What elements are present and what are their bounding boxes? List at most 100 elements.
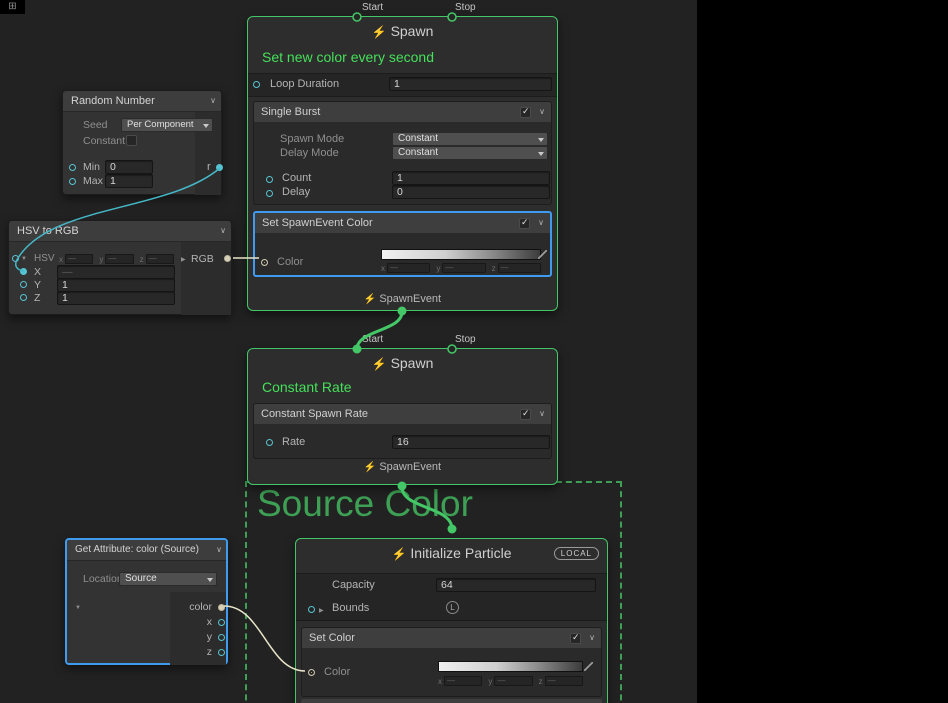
- hsv-y-field[interactable]: 1: [57, 278, 175, 292]
- min-port[interactable]: [69, 164, 76, 171]
- spawnevent-bolt-icon: ⚡: [364, 294, 376, 305]
- y-component-field: —: [442, 263, 485, 273]
- seed-label: Seed: [83, 119, 108, 131]
- count-port[interactable]: [266, 176, 273, 183]
- single-burst-header: Single Burst: [254, 102, 551, 123]
- get-attribute-chevron-icon[interactable]: ∨: [216, 545, 222, 554]
- side-panel: [697, 0, 948, 703]
- hsv-z-label: Z: [34, 292, 40, 304]
- hsv-y-port[interactable]: [20, 281, 27, 288]
- rate-field[interactable]: 16: [392, 435, 550, 449]
- single-burst-block[interactable]: Single Burst ✓ ∨ Spawn Mode Constant Del…: [253, 101, 552, 205]
- color-picker-icon[interactable]: [538, 250, 547, 259]
- set-spawnevent-color-header: Set SpawnEvent Color: [255, 213, 550, 234]
- z-component-label: z: [140, 255, 144, 264]
- x-component-label: x: [381, 264, 385, 273]
- location-dropdown[interactable]: Source: [119, 572, 217, 586]
- color-picker-icon[interactable]: [584, 662, 593, 671]
- set-color-checkbox[interactable]: ✓: [570, 633, 581, 644]
- spawn2-spawnevent-output: ⚡SpawnEvent: [248, 461, 557, 473]
- set-color-block[interactable]: Set Color ✓ ∨ Color x— y— z—: [301, 627, 602, 697]
- capacity-field[interactable]: 64: [436, 578, 596, 592]
- hsv-components: x— y— z—: [59, 254, 174, 264]
- single-burst-title: Single Burst: [261, 106, 320, 118]
- rgb-output-port[interactable]: [224, 255, 231, 262]
- y-component-field: —: [105, 254, 133, 264]
- constant-spawn-rate-checkbox[interactable]: ✓: [520, 409, 531, 420]
- random-number-node[interactable]: Random Number ∨ Seed Per Component Const…: [62, 90, 222, 195]
- color-swatch[interactable]: [381, 249, 541, 260]
- spawn1-title: ⚡Spawn: [248, 23, 557, 39]
- hsv-input-port[interactable]: [12, 255, 19, 262]
- delay-port[interactable]: [266, 190, 273, 197]
- spawn1-stop-label: Stop: [455, 2, 476, 13]
- min-field[interactable]: 0: [105, 160, 153, 174]
- y-component-label: y: [488, 677, 492, 686]
- set-spawnevent-color-checkbox[interactable]: ✓: [519, 218, 530, 229]
- initialize-particle-context[interactable]: ⚡Initialize Particle LOCAL Capacity 64 ▶…: [295, 538, 608, 703]
- x-component-label: x: [438, 677, 442, 686]
- vfx-graph-canvas[interactable]: Source Color Start Stop Start Stop ⚡Spaw…: [0, 0, 948, 703]
- bounds-label: Bounds: [332, 602, 369, 614]
- random-output-port[interactable]: [216, 164, 223, 171]
- spawnevent-color-port[interactable]: [261, 259, 268, 266]
- set-spawnevent-color-block[interactable]: Set SpawnEvent Color ✓ ∨ Color x— y— z—: [253, 211, 552, 277]
- rate-port[interactable]: [266, 439, 273, 446]
- z-component-label: z: [492, 264, 496, 273]
- random-number-chevron-icon[interactable]: ∨: [210, 96, 216, 105]
- hsv-to-rgb-node[interactable]: HSV to RGB ∨ ▼ HSV x— y— z— ▶ RGB X — Y …: [8, 220, 232, 315]
- spawn-mode-dropdown[interactable]: Constant: [392, 132, 548, 146]
- color-swatch[interactable]: [438, 661, 583, 672]
- seed-dropdown[interactable]: Per Component: [121, 118, 213, 132]
- set-color-header: Set Color: [302, 628, 601, 649]
- bounds-port[interactable]: [308, 606, 315, 613]
- z-output-port[interactable]: [218, 649, 225, 656]
- constant-spawn-rate-block[interactable]: Constant Spawn Rate ✓ ∨ Rate 16: [253, 403, 552, 459]
- bounds-fold-closed-icon[interactable]: ▶: [319, 607, 324, 614]
- single-burst-checkbox[interactable]: ✓: [520, 107, 531, 118]
- x-output-port[interactable]: [218, 619, 225, 626]
- hsv-x-label: X: [34, 266, 41, 278]
- set-color-chevron-icon[interactable]: ∨: [589, 633, 595, 642]
- max-field[interactable]: 1: [105, 174, 153, 188]
- hsv-x-port[interactable]: [20, 268, 27, 275]
- hsv-z-field[interactable]: 1: [57, 291, 175, 305]
- z-output-label: z: [207, 646, 212, 658]
- constant-checkbox[interactable]: [126, 135, 137, 146]
- y-output-label: y: [207, 631, 212, 643]
- count-label: Count: [282, 172, 311, 184]
- loop-duration-field[interactable]: 1: [389, 77, 552, 91]
- group-title: Source Color: [257, 483, 473, 525]
- hsv-to-rgb-chevron-icon[interactable]: ∨: [220, 226, 226, 235]
- constant-spawn-rate-chevron-icon[interactable]: ∨: [539, 409, 545, 418]
- set-color-port[interactable]: [308, 669, 315, 676]
- z-component-label: z: [539, 677, 543, 686]
- rgb-fold-closed-icon[interactable]: ▶: [181, 256, 186, 263]
- hsv-z-port[interactable]: [20, 294, 27, 301]
- get-attribute-node[interactable]: Get Attribute: color (Source) ∨ Location…: [65, 538, 228, 665]
- hsv-input-label: HSV: [34, 253, 55, 264]
- spawnevent-color-label: Color: [277, 256, 303, 268]
- y-component-label: y: [436, 264, 440, 273]
- loop-duration-port[interactable]: [253, 81, 260, 88]
- spawn-mode-label: Spawn Mode: [280, 133, 344, 145]
- delay-label: Delay: [282, 186, 310, 198]
- spawn1-start-label: Start: [362, 2, 383, 13]
- spawn2-title: ⚡Spawn: [248, 355, 557, 371]
- spawn-context-2[interactable]: ⚡Spawn Constant Rate Constant Spawn Rate…: [247, 348, 558, 485]
- bounds-space-toggle[interactable]: L: [446, 601, 459, 614]
- hsv-fold-open-icon[interactable]: ▼: [21, 256, 27, 262]
- count-field[interactable]: 1: [392, 171, 550, 185]
- color-fold-open-icon[interactable]: ▼: [75, 605, 81, 611]
- delay-mode-label: Delay Mode: [280, 147, 339, 159]
- delay-field[interactable]: 0: [392, 185, 550, 199]
- x-output-label: x: [207, 616, 212, 628]
- set-spawnevent-color-chevron-icon[interactable]: ∨: [538, 218, 544, 227]
- delay-mode-dropdown[interactable]: Constant: [392, 146, 548, 160]
- color-output-port[interactable]: [218, 604, 225, 611]
- spawn-context-1[interactable]: ⚡Spawn Set new color every second Loop D…: [247, 16, 558, 311]
- y-output-port[interactable]: [218, 634, 225, 641]
- max-port[interactable]: [69, 178, 76, 185]
- initialize-bolt-icon: ⚡: [391, 547, 406, 561]
- single-burst-chevron-icon[interactable]: ∨: [539, 107, 545, 116]
